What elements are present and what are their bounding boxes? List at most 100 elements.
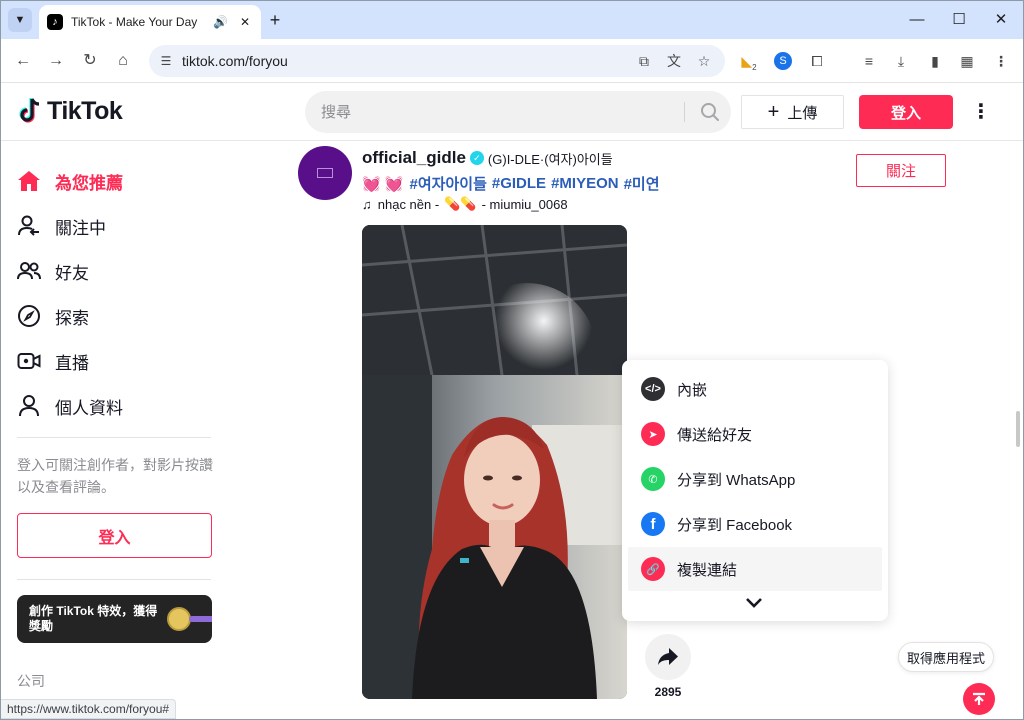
banner-decoration	[189, 616, 212, 622]
music-author: - miumiu_0068	[481, 196, 568, 212]
get-app-button[interactable]: 取得應用程式	[898, 642, 994, 672]
extension-badge: 2	[752, 62, 757, 72]
footer-company-heading: 公司	[17, 673, 45, 689]
window-close-button[interactable]: ✕	[989, 8, 1013, 32]
sidebar-item-label: 好友	[55, 263, 89, 283]
scrollbar-thumb[interactable]	[1016, 411, 1020, 447]
verified-badge-icon: ✓	[469, 151, 484, 165]
embed-icon: </>	[641, 377, 665, 401]
header-login-button[interactable]: 登入	[859, 95, 953, 129]
share-expand-button[interactable]	[742, 592, 766, 614]
search-icon	[701, 103, 719, 121]
media-playlist-icon[interactable]: ≡	[859, 51, 879, 71]
tiktok-header: TikTok + 上傳 登入 ⋮	[1, 83, 1023, 141]
search-divider	[684, 102, 685, 122]
tab-close-icon[interactable]: ✕	[237, 14, 253, 30]
extension-icon[interactable]: S	[774, 52, 792, 70]
sidebar-divider	[17, 579, 211, 580]
search-button[interactable]	[689, 91, 731, 133]
hashtag-link[interactable]: #미연	[624, 173, 660, 194]
share-arrow-icon	[658, 648, 678, 665]
side-panel-icon[interactable]: ▮	[925, 51, 945, 71]
effect-house-banner[interactable]: 創作 TikTok 特效，獲得獎勵	[17, 595, 212, 643]
hashtag-link[interactable]: #여자아이들	[410, 173, 487, 194]
chevron-down-icon: ▼	[14, 14, 26, 26]
sidebar-item-following[interactable]: 關注中	[17, 206, 217, 246]
author-avatar[interactable]	[298, 146, 352, 200]
share-item-label: 傳送給好友	[677, 426, 753, 444]
sidebar-item-friends[interactable]: 好友	[17, 251, 217, 291]
download-icon[interactable]: ⤓	[891, 51, 911, 71]
home-button[interactable]: ⌂	[111, 49, 135, 73]
share-whatsapp[interactable]: ✆ 分享到 WhatsApp	[628, 457, 882, 501]
author-username[interactable]: official_gidle	[362, 148, 466, 168]
avatar-image	[317, 168, 333, 178]
browser-tab[interactable]: ♪ TikTok - Make Your Day 🔊 ✕	[39, 5, 261, 39]
address-bar[interactable]: ☰ tiktok.com/foryou ⧉ 文 ☆	[149, 45, 725, 77]
author-row: official_gidle ✓ (G)I-DLE·(여자)아이들	[362, 148, 613, 168]
back-to-top-button[interactable]	[963, 683, 995, 715]
sidebar-item-label: 個人資料	[55, 398, 123, 418]
send-icon: ➤	[641, 422, 665, 446]
music-title: nhạc nền -	[377, 196, 440, 212]
sidebar-item-live[interactable]: 直播	[17, 341, 217, 381]
hashtag-link[interactable]: #MIYEON	[551, 175, 619, 192]
share-item-label: 內嵌	[677, 381, 708, 399]
install-app-icon[interactable]: ⧉	[635, 53, 653, 69]
share-facebook[interactable]: f 分享到 Facebook	[628, 502, 882, 546]
maximize-button[interactable]: ☐	[947, 8, 971, 32]
sidebar-item-label: 探索	[55, 308, 89, 328]
rss-extension-icon[interactable]: ◣2	[739, 51, 759, 72]
share-copy-link[interactable]: 🔗 複製連結	[628, 547, 882, 591]
video-frame	[362, 225, 627, 699]
puzzle-icon[interactable]: ⧠	[807, 51, 827, 71]
profile-extension-icon[interactable]: ▦	[957, 51, 977, 71]
back-button[interactable]: ←	[11, 49, 35, 73]
friends-icon	[17, 259, 47, 283]
chrome-menu-icon[interactable]: ⋮	[991, 51, 1011, 71]
sidebar-item-profile[interactable]: 個人資料	[17, 386, 217, 426]
share-button[interactable]	[645, 634, 691, 680]
profile-icon	[17, 394, 47, 418]
search-input[interactable]	[321, 91, 681, 133]
sidebar-item-explore[interactable]: 探索	[17, 296, 217, 336]
following-icon	[17, 214, 47, 238]
facebook-icon: f	[641, 512, 665, 536]
tab-title: TikTok - Make Your Day	[71, 15, 198, 29]
translate-icon[interactable]: 文	[665, 53, 683, 69]
browser-toolbar: ← → ↻ ⌂ ☰ tiktok.com/foryou ⧉ 文 ☆ ◣2 S ⧠…	[1, 39, 1023, 83]
author-nickname[interactable]: (G)I-DLE·(여자)아이들	[488, 149, 613, 168]
audio-playing-icon[interactable]: 🔊	[213, 15, 229, 29]
arrow-up-icon	[973, 692, 985, 705]
chevron-down-icon	[746, 598, 762, 608]
bookmark-star-icon[interactable]: ☆	[695, 53, 713, 69]
music-link[interactable]: ♫ nhạc nền - 💊💊 - miumiu_0068	[362, 196, 568, 212]
sidebar-item-foryou[interactable]: 為您推薦	[17, 161, 217, 201]
tiktok-logo[interactable]: TikTok	[17, 95, 123, 127]
home-icon	[17, 169, 47, 193]
share-embed[interactable]: </> 內嵌	[628, 367, 882, 411]
share-item-label: 複製連結	[677, 561, 738, 579]
share-send-to-friends[interactable]: ➤ 傳送給好友	[628, 412, 882, 456]
status-bar-url: https://www.tiktok.com/foryou#	[1, 699, 177, 719]
sidebar: 為您推薦 關注中 好友 探索 直播 個人資料 登入可關注創作者，對影片按讚以及查…	[1, 141, 229, 719]
follow-button[interactable]: 關注	[856, 154, 946, 187]
more-options-icon[interactable]: ⋮	[971, 100, 991, 124]
new-tab-button[interactable]: +	[265, 10, 285, 30]
tab-search-button[interactable]: ▼	[8, 8, 32, 32]
login-hint: 登入可關注創作者，對影片按讚以及查看評論。	[17, 457, 213, 495]
minimize-button[interactable]: —	[905, 8, 929, 32]
forward-button[interactable]: →	[44, 49, 68, 73]
video-player[interactable]	[362, 225, 627, 699]
logo-text: TikTok	[47, 96, 123, 125]
sidebar-item-label: 關注中	[55, 218, 106, 238]
effect-banner-text: 創作 TikTok 特效，獲得獎勵	[29, 604, 158, 633]
upload-button[interactable]: + 上傳	[741, 95, 844, 129]
link-icon: 🔗	[641, 557, 665, 581]
sidebar-login-button[interactable]: 登入	[17, 513, 212, 558]
hashtag-link[interactable]: #GIDLE	[492, 175, 546, 192]
reload-button[interactable]: ↻	[78, 49, 102, 73]
address-url: tiktok.com/foryou	[182, 53, 288, 69]
site-info-icon[interactable]: ☰	[158, 53, 174, 69]
coin-icon	[167, 607, 191, 631]
